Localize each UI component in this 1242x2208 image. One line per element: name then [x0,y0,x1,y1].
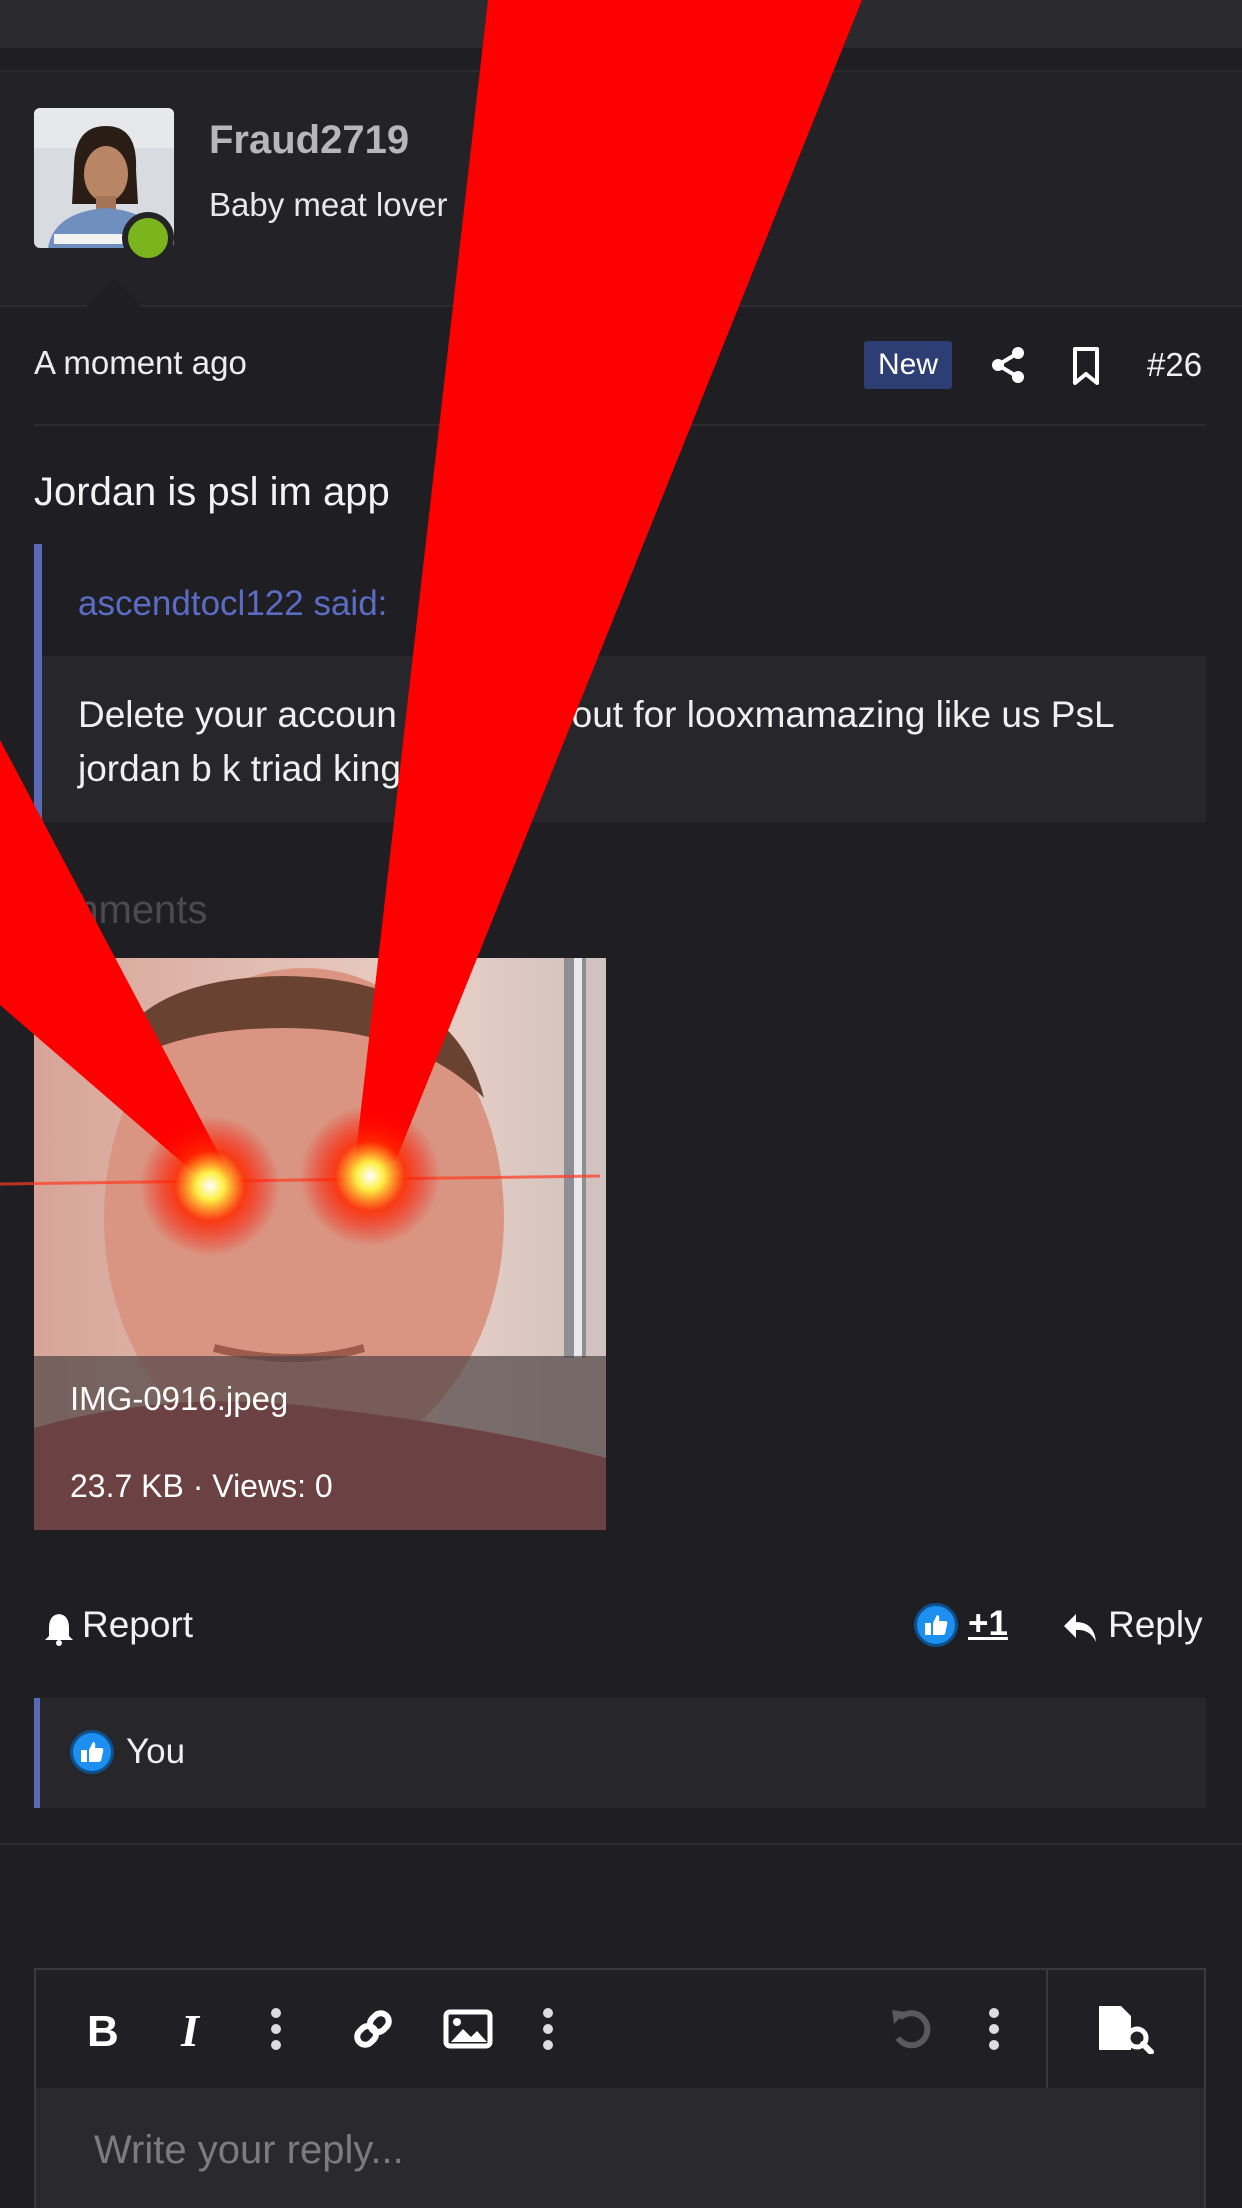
divider [0,305,1242,307]
reaction-user[interactable]: You [126,1732,185,1772]
preview-icon[interactable] [1094,2004,1156,2054]
bookmark-icon[interactable] [1071,346,1101,386]
quote-body: Delete your accoun re not cut out for lo… [78,694,1114,789]
svg-text:I: I [180,2008,201,2050]
image-icon[interactable] [442,2004,494,2054]
share-icon[interactable] [990,343,1026,387]
reply-placeholder: Write your reply... [94,2128,404,2172]
like-icon [70,1730,114,1774]
top-bar [0,0,1242,48]
more-icon[interactable] [266,2004,286,2054]
quote-author[interactable]: ascendtocl122 said: [78,584,387,624]
post-number[interactable]: #26 [1147,346,1202,384]
report-button[interactable]: Report [82,1604,193,1646]
more-icon[interactable] [538,2004,558,2054]
attachment-file-meta: 23.7 KB · Views: 0 [70,1468,333,1504]
bold-icon[interactable]: B [80,2004,126,2054]
toolbar-separator [1046,1970,1048,2088]
post-text: Jordan is psl im app [34,470,390,514]
more-icon[interactable] [984,2004,1004,2054]
italic-icon[interactable]: I [174,2004,214,2054]
reply-button[interactable]: Reply [1108,1604,1203,1646]
caret [86,279,142,307]
undo-icon[interactable] [886,2004,936,2054]
reply-icon[interactable] [1062,1612,1098,1644]
user-block [0,72,1242,307]
attachments-label: achments [34,888,208,932]
bell-icon[interactable] [44,1612,74,1646]
online-indicator [122,212,174,264]
divider [34,424,1206,426]
like-count[interactable]: +1 [968,1604,1008,1644]
link-icon[interactable] [348,2004,398,2054]
divider [0,1843,1242,1845]
reactions-bar[interactable] [34,1698,1206,1808]
username[interactable]: Fraud2719 [209,118,409,163]
attachment-file-name[interactable]: IMG-0916.jpeg [70,1380,288,1418]
like-icon[interactable] [914,1603,958,1647]
post-time[interactable]: A moment ago [34,344,247,382]
user-title: Baby meat lover [209,186,448,223]
svg-text:B: B [87,2008,119,2050]
new-badge: New [864,341,952,389]
